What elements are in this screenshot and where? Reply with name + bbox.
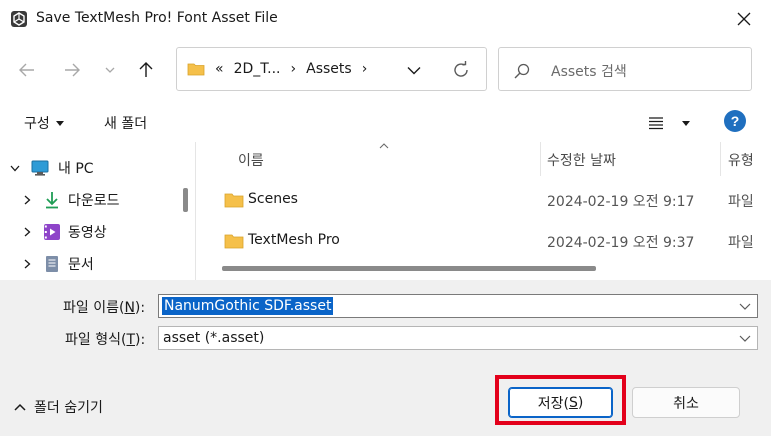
folder-icon [224,234,244,249]
column-separator[interactable] [540,142,541,176]
file-modified: 2024-02-19 오전 9:17 [547,194,695,210]
address-dropdown-button[interactable] [404,62,424,78]
chevron-down-icon [105,67,115,73]
window-title: Save TextMesh Pro! Font Asset File [36,10,278,26]
search-input[interactable]: Assets 검색 [498,47,752,91]
sidebar-item-label: 다운로드 [68,193,120,209]
folder-icon [187,63,205,76]
chevron-down-icon[interactable] [10,162,20,174]
organize-label: 구성 [24,116,50,132]
file-type: 파일 [728,235,754,251]
filename-field[interactable]: NanumGothic SDF.asset [158,294,758,318]
new-folder-button[interactable]: 새 폴더 [94,110,157,136]
column-header-name[interactable]: 이름 [238,150,264,172]
up-button[interactable] [132,56,160,84]
filetype-select[interactable]: asset (*.asset) [158,326,758,350]
column-header-type[interactable]: 유형 [728,150,754,172]
help-icon[interactable]: ? [724,110,746,132]
filetype-value: asset (*.asset) [163,330,265,346]
search-icon [514,63,530,79]
file-row[interactable]: Scenes 2024-02-19 오전 9:17 파일 [196,183,771,217]
breadcrumb-item[interactable]: Assets [306,61,352,77]
hide-folders-label: 폴더 숨기기 [34,400,103,416]
horizontal-scrollbar-thumb[interactable] [222,266,596,271]
breadcrumb-separator[interactable]: › [291,61,297,77]
sidebar-item-label: 내 PC [58,161,94,177]
sidebar-scrollbar-thumb[interactable] [183,188,188,212]
arrow-up-icon [139,62,153,77]
breadcrumb-overflow[interactable]: « [215,61,224,77]
sidebar-item-this-pc[interactable]: 내 PC [0,154,180,182]
caret-down-icon [55,120,64,126]
caret-down-icon [682,120,690,126]
save-form: 파일 이름(N): NanumGothic SDF.asset 파일 형식(T)… [0,280,771,436]
sidebar-item-label: 동영상 [68,225,107,241]
cancel-button[interactable]: 취소 [632,387,740,418]
file-type: 파일 [728,194,754,210]
file-name: TextMesh Pro [248,232,340,248]
sort-up-icon [379,143,389,149]
sidebar-item-videos[interactable]: 동영상 [0,218,180,246]
chevron-up-icon [14,403,26,411]
column-header-modified[interactable]: 수정한 날짜 [547,150,616,172]
close-icon [737,12,751,26]
view-options-button[interactable] [644,110,694,136]
file-modified: 2024-02-19 오전 9:37 [547,235,695,251]
search-placeholder: Assets 검색 [551,64,627,80]
close-button[interactable] [724,4,764,34]
pc-icon [30,158,50,178]
organize-button[interactable]: 구성 [14,110,74,136]
hide-folders-button[interactable]: 폴더 숨기기 [14,396,103,418]
chevron-down-icon [407,66,421,74]
recent-locations-button[interactable] [96,56,124,84]
refresh-icon[interactable] [451,60,471,80]
command-bar: 구성 새 폴더 [0,102,771,142]
file-row[interactable]: TextMesh Pro 2024-02-19 오전 9:37 파일 [196,224,771,258]
sidebar-item-label: 문서 [68,257,94,273]
folder-icon [224,193,244,208]
chevron-right-icon[interactable] [22,226,32,238]
forward-button[interactable] [58,56,86,84]
back-button[interactable] [13,56,41,84]
chevron-down-icon[interactable] [739,333,751,343]
filetype-label: 파일 형식(T): [65,332,146,348]
video-icon [42,222,62,242]
column-separator[interactable] [720,142,721,176]
list-view-icon [649,117,663,130]
address-bar[interactable]: « 2D_T... › Assets › [176,47,487,91]
unity-app-icon [11,11,27,27]
arrow-left-icon [19,63,34,77]
chevron-right-icon[interactable] [22,258,32,270]
download-icon [42,190,62,210]
breadcrumb-item[interactable]: 2D_T... [234,61,281,77]
file-list: 이름 수정한 날짜 유형 Scenes 2024-02-19 오전 9:17 파… [196,142,771,280]
title-bar: Save TextMesh Pro! Font Asset File [0,0,771,38]
new-folder-label: 새 폴더 [104,116,148,132]
filename-label: 파일 이름(N): [63,300,146,316]
chevron-down-icon[interactable] [739,301,751,311]
chevron-right-icon[interactable] [22,194,32,206]
sidebar-item-downloads[interactable]: 다운로드 [0,186,180,214]
filename-value[interactable]: NanumGothic SDF.asset [162,297,334,315]
document-icon [42,254,62,274]
navigation-pane: 내 PC 다운로드 동영상 문서 [0,142,195,280]
arrow-right-icon [65,63,80,77]
breadcrumb-separator[interactable]: › [362,61,368,77]
file-name: Scenes [248,191,298,207]
sidebar-item-documents[interactable]: 문서 [0,250,180,278]
save-button[interactable]: 저장(S) [508,387,613,418]
